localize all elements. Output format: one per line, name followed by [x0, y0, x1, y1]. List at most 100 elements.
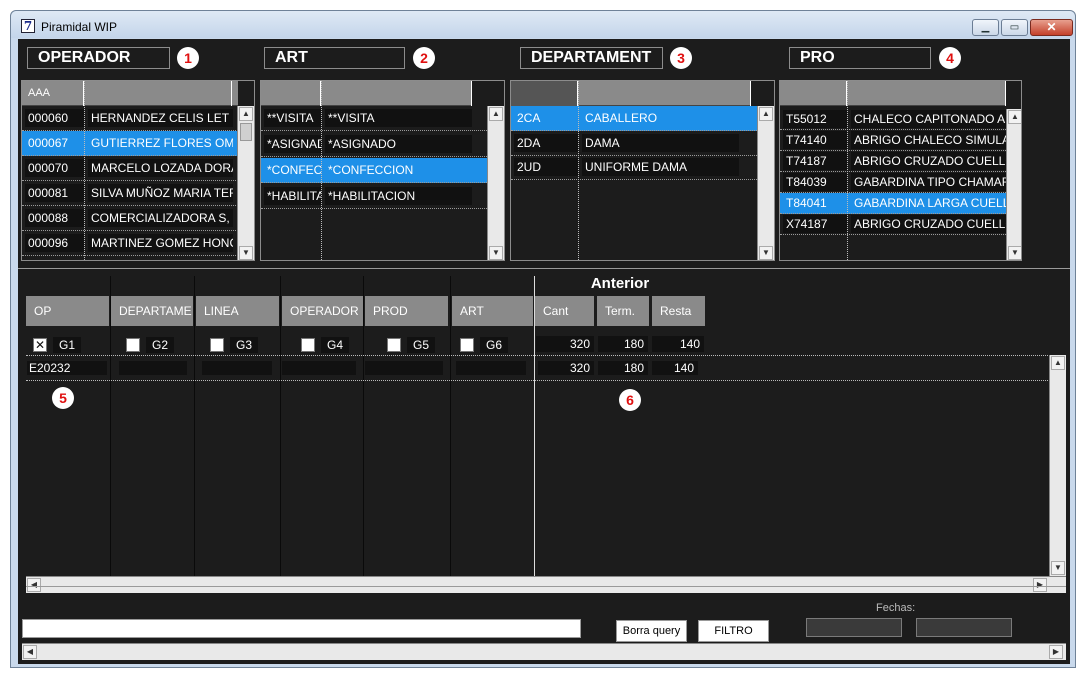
column-header-op[interactable]: OP — [26, 296, 109, 326]
scroll-left-icon[interactable]: ◀ — [27, 578, 41, 592]
column-header-term[interactable]: Term. — [597, 296, 649, 326]
scroll-down-icon[interactable]: ▼ — [489, 246, 503, 260]
column-header-name[interactable] — [847, 81, 1006, 106]
scroll-thumb[interactable] — [240, 123, 252, 141]
column-header-departamento[interactable]: DEPARTAME — [111, 296, 193, 326]
scroll-down-icon[interactable]: ▼ — [1051, 561, 1065, 575]
scroll-up-icon[interactable]: ▲ — [1051, 356, 1065, 370]
minimize-button[interactable]: ▁ — [972, 19, 999, 36]
scroll-down-icon[interactable]: ▼ — [1008, 246, 1021, 260]
cell-name: CHALECO CAPITONADO AL — [848, 109, 1006, 129]
badge-2: 2 — [413, 47, 435, 69]
table-row[interactable]: 2DA DAMA — [511, 131, 757, 156]
vertical-scrollbar[interactable]: ▲ ▼ — [237, 106, 254, 260]
maximize-button[interactable]: ▭ — [1001, 19, 1028, 36]
table-row[interactable]: T84039 GABARDINA TIPO CHAMARR — [780, 172, 1006, 193]
filtro-button[interactable]: FILTRO — [698, 620, 769, 642]
cell-name: ABRIGO CHALECO SIMULAD — [848, 130, 1006, 150]
badge-1: 1 — [177, 47, 199, 69]
group-g6[interactable]: G6 — [460, 336, 509, 354]
fecha-hasta-field[interactable] — [916, 618, 1012, 637]
table-row[interactable]: 000088 COMERCIALIZADORA S, — [22, 206, 238, 231]
row-resta: 140 — [652, 361, 698, 375]
section-divider — [18, 268, 1070, 269]
checkbox-icon[interactable] — [210, 338, 224, 352]
scroll-up-icon[interactable]: ▲ — [1008, 110, 1021, 124]
column-header-code[interactable] — [780, 81, 847, 106]
checkbox-icon[interactable] — [460, 338, 474, 352]
table-row-selected[interactable]: 000067 GUTIERREZ FLORES OM — [22, 131, 238, 156]
departament-grid[interactable]: 2CA CABALLERO 2DA DAMA 2UD UNIFORME DAMA… — [510, 80, 775, 261]
table-row-selected[interactable]: T84041 GABARDINA LARGA CUELLO — [780, 193, 1006, 214]
vertical-scrollbar[interactable]: ▲ ▼ — [1049, 355, 1066, 576]
checkbox-icon[interactable] — [301, 338, 315, 352]
pro-grid[interactable]: T55012 CHALECO CAPITONADO AL T74140 ABRI… — [779, 80, 1022, 261]
group-label: G4 — [321, 337, 350, 353]
column-header-name[interactable] — [578, 81, 751, 106]
table-row[interactable]: T74187 ABRIGO CRUZADO CUELLO — [780, 151, 1006, 172]
cell-code: T84039 — [780, 172, 847, 192]
group-g1[interactable]: ✕ G1 — [33, 336, 82, 354]
title-bar[interactable]: 7 Piramidal WIP ▁ ▭ ✕ — [11, 11, 1075, 38]
table-row[interactable]: **VISITA **VISITA — [261, 106, 487, 131]
group-label: G3 — [230, 337, 259, 353]
column-header-resta[interactable]: Resta — [652, 296, 705, 326]
table-row[interactable]: X74187 ABRIGO CRUZADO CUELLO — [780, 214, 1006, 235]
group-g5[interactable]: G5 — [387, 336, 436, 354]
operador-grid[interactable]: AAA 000060 HERNANDEZ CELIS LET 000067 GU… — [21, 80, 255, 261]
column-header-code[interactable]: AAA — [22, 81, 84, 106]
scroll-left-icon[interactable]: ◀ — [23, 645, 37, 659]
cell-name: MARTINEZ GOMEZ HONC — [85, 231, 233, 255]
checkbox-icon[interactable] — [387, 338, 401, 352]
vertical-scrollbar[interactable]: ▲ ▼ — [487, 106, 504, 260]
table-row[interactable]: 000060 HERNANDEZ CELIS LET — [22, 106, 238, 131]
cell-name: UNIFORME DAMA — [579, 155, 739, 179]
column-header-name[interactable] — [84, 81, 232, 106]
table-row[interactable]: 000096 MARTINEZ GOMEZ HONC — [22, 231, 238, 256]
total-resta: 140 — [652, 336, 704, 352]
table-row[interactable]: 000081 SILVA MUÑOZ MARIA TER — [22, 181, 238, 206]
horizontal-scrollbar[interactable]: ◀ ▶ — [26, 576, 1066, 593]
cell-code: 000067 — [22, 131, 84, 155]
group-g2[interactable]: G2 — [126, 336, 175, 354]
table-row[interactable]: *ASIGNAD *ASIGNADO — [261, 132, 487, 157]
column-header-art[interactable]: ART — [452, 296, 533, 326]
table-row[interactable]: T74140 ABRIGO CHALECO SIMULAD — [780, 130, 1006, 151]
column-header-linea[interactable]: LINEA — [196, 296, 279, 326]
column-divider — [280, 276, 281, 576]
scroll-down-icon[interactable]: ▼ — [239, 246, 253, 260]
table-row[interactable]: T55012 CHALECO CAPITONADO AL — [780, 109, 1006, 130]
borra-query-button[interactable]: Borra query — [616, 620, 687, 642]
scroll-up-icon[interactable]: ▲ — [239, 107, 253, 121]
column-header-cant[interactable]: Cant — [535, 296, 594, 326]
scroll-right-icon[interactable]: ▶ — [1033, 578, 1047, 592]
column-header-operador[interactable]: OPERADOR — [282, 296, 363, 326]
scroll-up-icon[interactable]: ▲ — [489, 107, 503, 121]
column-header-code[interactable] — [261, 81, 321, 106]
checkbox-checked-icon[interactable]: ✕ — [33, 338, 47, 352]
checkbox-icon[interactable] — [126, 338, 140, 352]
art-grid[interactable]: **VISITA **VISITA *ASIGNAD *ASIGNADO *CO… — [260, 80, 505, 261]
table-row[interactable]: *HABILITA *HABILITACION — [261, 184, 487, 209]
table-row-selected[interactable]: 2CA CABALLERO — [511, 106, 757, 131]
column-header-name[interactable] — [321, 81, 472, 106]
grid-header — [511, 81, 751, 106]
scroll-up-icon[interactable]: ▲ — [759, 107, 773, 121]
table-row[interactable]: 2UD UNIFORME DAMA — [511, 155, 757, 180]
vertical-scrollbar[interactable]: ▲ ▼ — [1006, 109, 1021, 260]
fecha-desde-field[interactable] — [806, 618, 902, 637]
table-row[interactable]: 000070 MARCELO LOZADA DORA — [22, 156, 238, 181]
column-header-prod[interactable]: PROD — [365, 296, 448, 326]
group-g4[interactable]: G4 — [301, 336, 350, 354]
cell-code: 2DA — [511, 131, 578, 155]
scroll-right-icon[interactable]: ▶ — [1049, 645, 1063, 659]
scroll-down-icon[interactable]: ▼ — [759, 246, 773, 260]
row-op-value[interactable]: E20232 — [27, 361, 107, 375]
table-row-selected[interactable]: *CONFEC *CONFECCION — [261, 158, 487, 183]
column-header-code[interactable] — [511, 81, 578, 106]
vertical-scrollbar[interactable]: ▲ ▼ — [757, 106, 774, 260]
close-button[interactable]: ✕ — [1030, 19, 1073, 36]
window-horizontal-scrollbar[interactable]: ◀ ▶ — [22, 643, 1066, 660]
group-g3[interactable]: G3 — [210, 336, 259, 354]
query-input[interactable] — [22, 619, 581, 638]
